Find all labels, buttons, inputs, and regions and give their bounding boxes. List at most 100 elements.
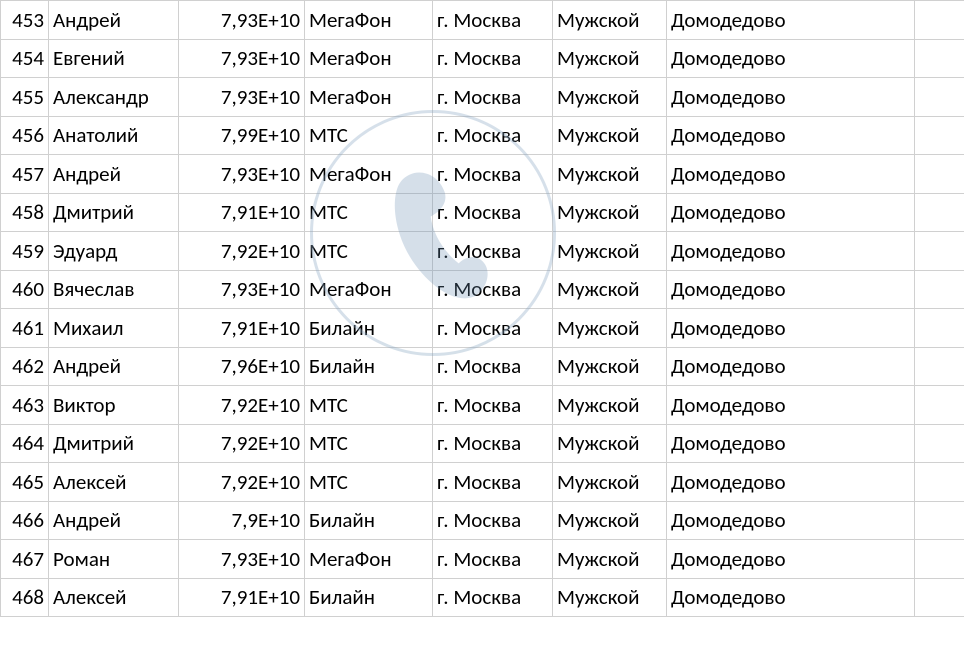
cell-name[interactable]: Андрей	[49, 1, 179, 40]
cell-empty[interactable]	[915, 39, 964, 78]
cell-district[interactable]: Домодедово	[667, 39, 915, 78]
cell-district[interactable]: Домодедово	[667, 386, 915, 425]
cell-phone[interactable]: 7,93E+10	[179, 78, 305, 117]
cell-operator[interactable]: МТС	[305, 463, 433, 502]
cell-district[interactable]: Домодедово	[667, 270, 915, 309]
cell-row-number[interactable]: 464	[1, 424, 49, 463]
cell-city[interactable]: г. Москва	[433, 116, 553, 155]
cell-empty[interactable]	[915, 78, 964, 117]
cell-name[interactable]: Михаил	[49, 309, 179, 348]
cell-city[interactable]: г. Москва	[433, 78, 553, 117]
cell-gender[interactable]: Мужской	[553, 386, 667, 425]
cell-row-number[interactable]: 457	[1, 155, 49, 194]
cell-row-number[interactable]: 461	[1, 309, 49, 348]
cell-operator[interactable]: Билайн	[305, 501, 433, 540]
cell-district[interactable]: Домодедово	[667, 1, 915, 40]
cell-city[interactable]: г. Москва	[433, 270, 553, 309]
cell-district[interactable]: Домодедово	[667, 193, 915, 232]
cell-name[interactable]: Роман	[49, 540, 179, 579]
cell-city[interactable]: г. Москва	[433, 232, 553, 271]
cell-empty[interactable]	[915, 463, 964, 502]
cell-phone[interactable]: 7,91E+10	[179, 309, 305, 348]
cell-empty[interactable]	[915, 193, 964, 232]
cell-phone[interactable]: 7,93E+10	[179, 270, 305, 309]
cell-district[interactable]: Домодедово	[667, 116, 915, 155]
cell-row-number[interactable]: 460	[1, 270, 49, 309]
cell-name[interactable]: Вячеслав	[49, 270, 179, 309]
cell-phone[interactable]: 7,9E+10	[179, 501, 305, 540]
cell-name[interactable]: Андрей	[49, 347, 179, 386]
cell-operator[interactable]: Билайн	[305, 347, 433, 386]
cell-row-number[interactable]: 462	[1, 347, 49, 386]
cell-name[interactable]: Алексей	[49, 463, 179, 502]
cell-district[interactable]: Домодедово	[667, 540, 915, 579]
cell-operator[interactable]: МегаФон	[305, 155, 433, 194]
cell-row-number[interactable]: 459	[1, 232, 49, 271]
cell-operator[interactable]: МегаФон	[305, 78, 433, 117]
cell-city[interactable]: г. Москва	[433, 1, 553, 40]
cell-district[interactable]: Домодедово	[667, 424, 915, 463]
cell-empty[interactable]	[915, 270, 964, 309]
cell-operator[interactable]: МегаФон	[305, 540, 433, 579]
cell-empty[interactable]	[915, 155, 964, 194]
cell-gender[interactable]: Мужской	[553, 463, 667, 502]
cell-operator[interactable]: МегаФон	[305, 270, 433, 309]
cell-row-number[interactable]: 465	[1, 463, 49, 502]
cell-gender[interactable]: Мужской	[553, 193, 667, 232]
cell-name[interactable]: Дмитрий	[49, 424, 179, 463]
cell-gender[interactable]: Мужской	[553, 540, 667, 579]
cell-gender[interactable]: Мужской	[553, 347, 667, 386]
cell-name[interactable]: Александр	[49, 78, 179, 117]
cell-empty[interactable]	[915, 424, 964, 463]
cell-gender[interactable]: Мужской	[553, 1, 667, 40]
cell-phone[interactable]: 7,92E+10	[179, 232, 305, 271]
cell-gender[interactable]: Мужской	[553, 39, 667, 78]
cell-district[interactable]: Домодедово	[667, 78, 915, 117]
cell-phone[interactable]: 7,99E+10	[179, 116, 305, 155]
cell-name[interactable]: Евгений	[49, 39, 179, 78]
cell-city[interactable]: г. Москва	[433, 39, 553, 78]
cell-phone[interactable]: 7,91E+10	[179, 578, 305, 617]
cell-operator[interactable]: МегаФон	[305, 39, 433, 78]
cell-name[interactable]: Андрей	[49, 155, 179, 194]
cell-phone[interactable]: 7,93E+10	[179, 39, 305, 78]
cell-name[interactable]: Анатолий	[49, 116, 179, 155]
cell-phone[interactable]: 7,91E+10	[179, 193, 305, 232]
cell-city[interactable]: г. Москва	[433, 578, 553, 617]
cell-operator[interactable]: Билайн	[305, 309, 433, 348]
cell-row-number[interactable]: 456	[1, 116, 49, 155]
cell-empty[interactable]	[915, 540, 964, 579]
cell-empty[interactable]	[915, 386, 964, 425]
cell-district[interactable]: Домодедово	[667, 232, 915, 271]
cell-operator[interactable]: МТС	[305, 424, 433, 463]
cell-name[interactable]: Андрей	[49, 501, 179, 540]
cell-district[interactable]: Домодедово	[667, 578, 915, 617]
cell-gender[interactable]: Мужской	[553, 116, 667, 155]
cell-district[interactable]: Домодедово	[667, 309, 915, 348]
cell-name[interactable]: Эдуард	[49, 232, 179, 271]
cell-phone[interactable]: 7,93E+10	[179, 155, 305, 194]
cell-row-number[interactable]: 458	[1, 193, 49, 232]
cell-row-number[interactable]: 463	[1, 386, 49, 425]
cell-operator[interactable]: МегаФон	[305, 1, 433, 40]
cell-empty[interactable]	[915, 501, 964, 540]
cell-city[interactable]: г. Москва	[433, 193, 553, 232]
cell-operator[interactable]: МТС	[305, 116, 433, 155]
cell-city[interactable]: г. Москва	[433, 155, 553, 194]
cell-empty[interactable]	[915, 116, 964, 155]
cell-gender[interactable]: Мужской	[553, 578, 667, 617]
cell-operator[interactable]: МТС	[305, 232, 433, 271]
cell-row-number[interactable]: 467	[1, 540, 49, 579]
cell-operator[interactable]: МТС	[305, 386, 433, 425]
cell-phone[interactable]: 7,93E+10	[179, 540, 305, 579]
cell-city[interactable]: г. Москва	[433, 540, 553, 579]
cell-operator[interactable]: Билайн	[305, 578, 433, 617]
cell-gender[interactable]: Мужской	[553, 424, 667, 463]
cell-gender[interactable]: Мужской	[553, 309, 667, 348]
cell-gender[interactable]: Мужской	[553, 78, 667, 117]
cell-phone[interactable]: 7,96E+10	[179, 347, 305, 386]
cell-gender[interactable]: Мужской	[553, 232, 667, 271]
cell-city[interactable]: г. Москва	[433, 386, 553, 425]
cell-gender[interactable]: Мужской	[553, 155, 667, 194]
cell-gender[interactable]: Мужской	[553, 501, 667, 540]
